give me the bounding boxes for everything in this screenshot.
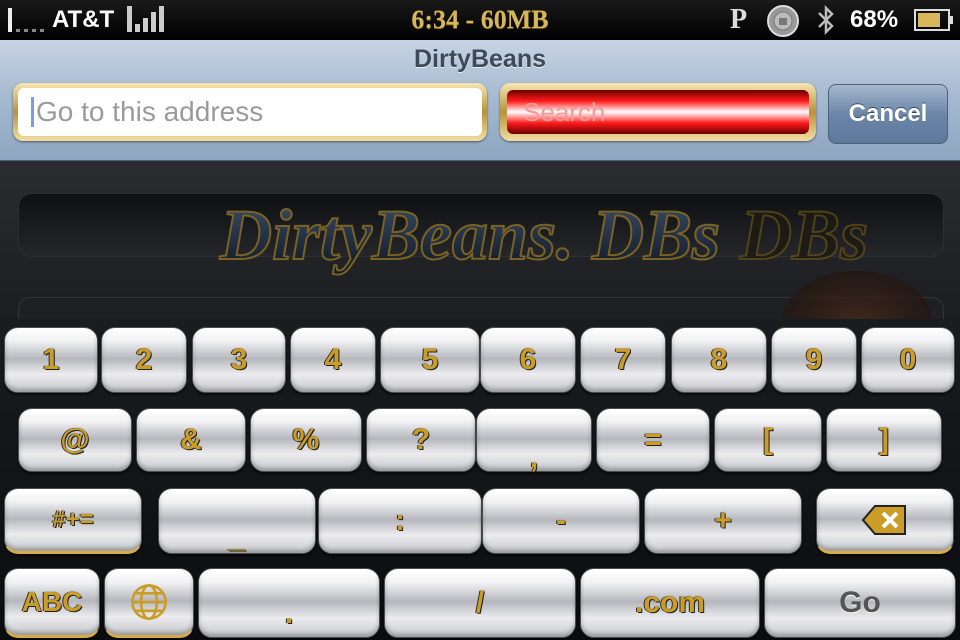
browser-address-bar: DirtyBeans Cancel: [0, 40, 960, 161]
key-underscore[interactable]: _: [158, 488, 316, 554]
backspace-key[interactable]: [816, 488, 954, 554]
keyboard: 1 2 3 4 5 6 7 8 9 0 @ & % ? , = [ ] #+= …: [0, 319, 960, 640]
address-input[interactable]: [18, 88, 482, 136]
key-8[interactable]: 8: [671, 327, 767, 393]
globe-key[interactable]: [104, 568, 194, 638]
battery-percentage: 68%: [850, 6, 899, 33]
dirtybeans-logo: DirtyBeans. DBs DBs: [218, 194, 869, 276]
address-field-frame: [13, 83, 487, 141]
key-dotcom[interactable]: .com: [580, 568, 760, 638]
backspace-icon: [861, 505, 906, 535]
key-period[interactable]: .: [198, 568, 380, 638]
globe-icon: [131, 584, 167, 620]
key-slash[interactable]: /: [384, 568, 576, 638]
key-7[interactable]: 7: [580, 327, 666, 393]
page-title: DirtyBeans: [414, 45, 546, 73]
key-abc[interactable]: ABC: [4, 568, 100, 638]
key-period-label: .: [284, 597, 294, 630]
text-caret: [31, 97, 34, 127]
key-comma[interactable]: ,: [476, 408, 592, 474]
key-equals[interactable]: =: [596, 408, 710, 472]
key-comma-label: ,: [529, 441, 539, 474]
key-9[interactable]: 9: [771, 327, 857, 393]
status-bar: AT&T 6:34 - 60MB P 68%: [0, 0, 960, 40]
cancel-button[interactable]: Cancel: [828, 84, 948, 144]
go-button[interactable]: Go: [764, 568, 956, 638]
key-at[interactable]: @: [18, 408, 132, 472]
key-open-bracket[interactable]: [: [714, 408, 822, 472]
search-input[interactable]: [507, 90, 809, 134]
battery-icon: [914, 9, 953, 31]
key-question[interactable]: ?: [366, 408, 476, 472]
lock-status-icon: [767, 5, 799, 37]
key-percent[interactable]: %: [250, 408, 362, 472]
logo-text: DirtyBeans. DBs: [219, 195, 720, 275]
page-content: DirtyBeans. DBs DBs: [0, 161, 960, 319]
key-5[interactable]: 5: [380, 327, 480, 393]
logo-echo-text: DBs: [739, 195, 868, 275]
key-ampersand[interactable]: &: [136, 408, 246, 472]
key-hyphen[interactable]: -: [482, 488, 640, 554]
key-more-symbols[interactable]: #+=: [4, 488, 142, 554]
key-1[interactable]: 1: [4, 327, 98, 393]
key-0[interactable]: 0: [861, 327, 955, 393]
bluetooth-icon: [818, 4, 834, 36]
key-colon[interactable]: :: [318, 488, 482, 554]
search-field-frame: [500, 83, 816, 141]
key-plus[interactable]: +: [644, 488, 802, 554]
key-2[interactable]: 2: [101, 327, 187, 393]
p-status-icon: P: [730, 4, 748, 35]
key-close-bracket[interactable]: ]: [826, 408, 942, 472]
key-3[interactable]: 3: [192, 327, 286, 393]
key-6[interactable]: 6: [480, 327, 576, 393]
key-underscore-label: _: [228, 521, 246, 554]
key-4[interactable]: 4: [290, 327, 376, 393]
